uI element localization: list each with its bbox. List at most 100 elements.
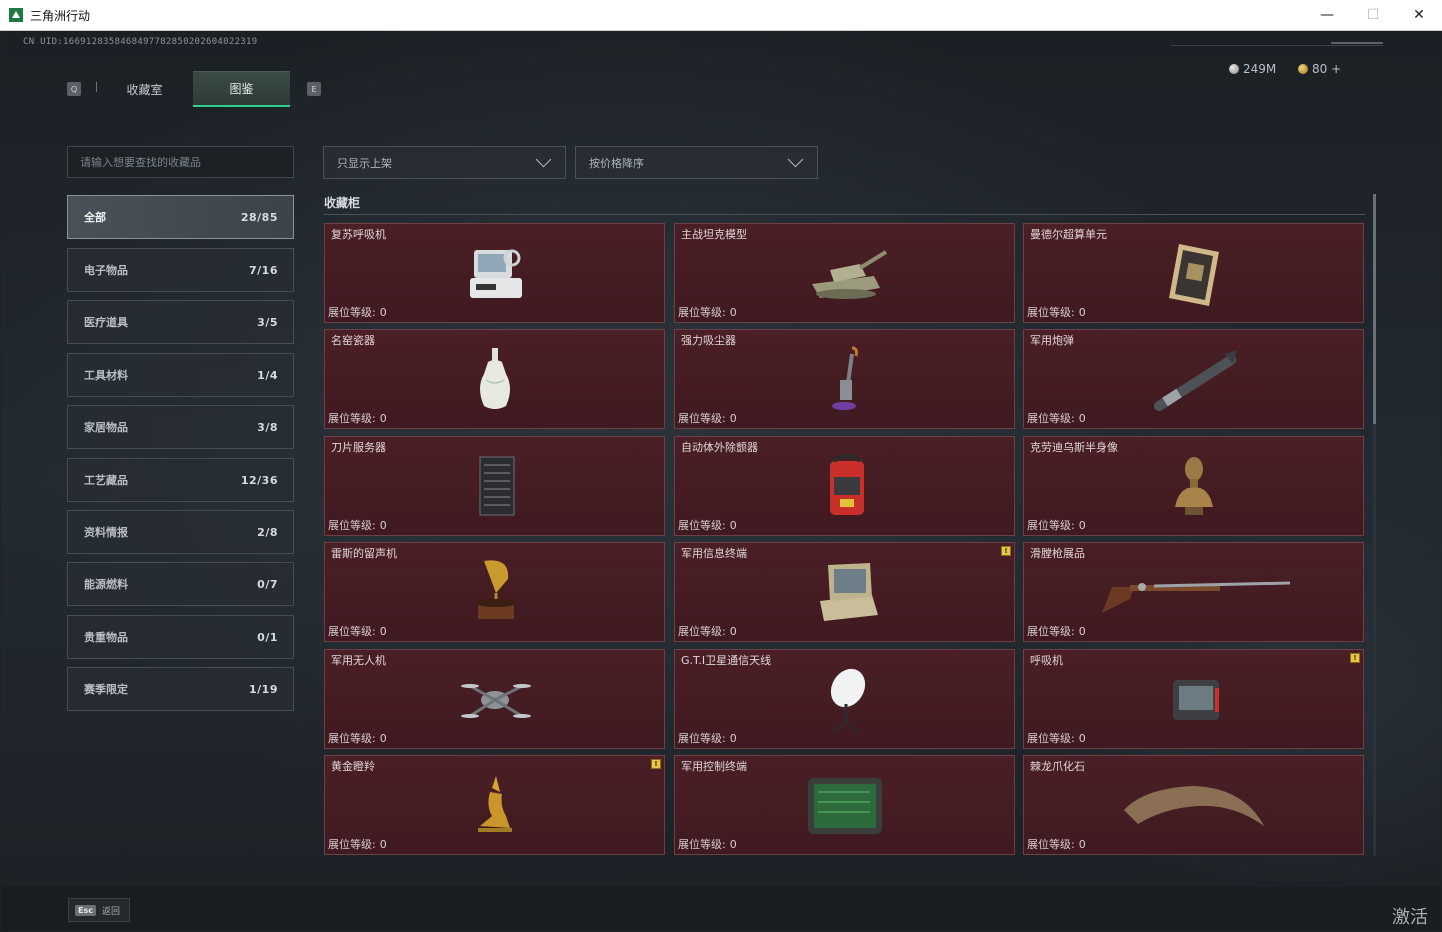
item-card[interactable]: 棘龙爪化石 展位等级: 0 bbox=[1023, 755, 1364, 855]
item-card[interactable]: 强力吸尘器 展位等级: 0 bbox=[674, 329, 1015, 429]
level-value: 0 bbox=[379, 519, 387, 532]
sort-dropdown[interactable]: 按价格降序 bbox=[575, 146, 818, 179]
category-count: 3/8 bbox=[257, 420, 278, 434]
tank-model-icon bbox=[790, 234, 900, 312]
category-count: 2/8 bbox=[257, 525, 278, 539]
category-household[interactable]: 家居物品 3/8 bbox=[67, 405, 294, 449]
item-card[interactable]: 军用控制终端 展位等级: 0 bbox=[674, 755, 1015, 855]
item-name: 军用控制终端 bbox=[681, 760, 747, 773]
military-terminal-icon bbox=[790, 553, 900, 631]
item-name: 雷斯的留声机 bbox=[331, 547, 397, 560]
scrollbar-thumb[interactable] bbox=[1373, 194, 1376, 424]
level-label: 展位等级: bbox=[1027, 306, 1075, 319]
resuscitator-icon bbox=[440, 234, 550, 312]
item-level: 展位等级: 0 bbox=[678, 623, 737, 639]
level-label: 展位等级: bbox=[1027, 412, 1075, 425]
item-card[interactable]: 军用炮弹 展位等级: 0 bbox=[1023, 329, 1364, 429]
item-level: 展位等级: 0 bbox=[328, 410, 387, 426]
category-season[interactable]: 赛季限定 1/19 bbox=[67, 667, 294, 711]
maximize-button[interactable]: ☐ bbox=[1350, 0, 1396, 30]
category-label: 资料情报 bbox=[84, 526, 128, 539]
level-value: 0 bbox=[729, 732, 737, 745]
item-name: 黄金瞪羚 bbox=[331, 760, 375, 773]
category-count: 0/7 bbox=[257, 577, 278, 591]
new-item-badge: ! bbox=[1001, 546, 1011, 556]
back-button[interactable]: Esc 返回 bbox=[68, 898, 130, 922]
item-name: 主战坦克模型 bbox=[681, 228, 747, 241]
item-card[interactable]: 刀片服务器 展位等级: 0 bbox=[324, 436, 665, 536]
item-card[interactable]: 黄金瞪羚 ! 展位等级: 0 bbox=[324, 755, 665, 855]
item-card[interactable]: 军用无人机 展位等级: 0 bbox=[324, 649, 665, 749]
next-tab-key-hint[interactable]: E bbox=[307, 82, 321, 96]
category-tools[interactable]: 工具材料 1/4 bbox=[67, 353, 294, 397]
item-card[interactable]: 曼德尔超算单元 展位等级: 0 bbox=[1023, 223, 1364, 323]
level-label: 展位等级: bbox=[328, 306, 376, 319]
esc-key-icon: Esc bbox=[75, 904, 96, 916]
category-label: 家居物品 bbox=[84, 421, 128, 434]
item-card[interactable]: 复苏呼吸机 展位等级: 0 bbox=[324, 223, 665, 323]
item-card[interactable]: 呼吸机 ! 展位等级: 0 bbox=[1023, 649, 1364, 749]
item-card[interactable]: 名窑瓷器 展位等级: 0 bbox=[324, 329, 665, 429]
item-level: 展位等级: 0 bbox=[328, 730, 387, 746]
level-value: 0 bbox=[1078, 306, 1086, 319]
item-card[interactable]: 克劳迪乌斯半身像 展位等级: 0 bbox=[1023, 436, 1364, 536]
level-value: 0 bbox=[379, 412, 387, 425]
show-filter-dropdown[interactable]: 只显示上架 bbox=[323, 146, 566, 179]
level-label: 展位等级: bbox=[678, 732, 726, 745]
item-name: 曼德尔超算单元 bbox=[1030, 228, 1107, 241]
category-intel[interactable]: 资料情报 2/8 bbox=[67, 510, 294, 554]
close-button[interactable]: ✕ bbox=[1396, 0, 1442, 30]
level-value: 0 bbox=[729, 625, 737, 638]
blade-server-icon bbox=[440, 447, 550, 525]
category-energy[interactable]: 能源燃料 0/7 bbox=[67, 562, 294, 606]
level-label: 展位等级: bbox=[1027, 625, 1075, 638]
item-level: 展位等级: 0 bbox=[1027, 730, 1086, 746]
currency-gold[interactable]: 80 + bbox=[1298, 62, 1341, 76]
back-label: 返回 bbox=[101, 906, 120, 917]
category-valuables[interactable]: 贵重物品 0/1 bbox=[67, 615, 294, 659]
category-medical[interactable]: 医疗道具 3/5 bbox=[67, 300, 294, 344]
drone-icon bbox=[440, 660, 550, 738]
item-level: 展位等级: 0 bbox=[328, 517, 387, 533]
category-label: 全部 bbox=[84, 211, 106, 224]
item-card[interactable]: 自动体外除颤器 展位等级: 0 bbox=[674, 436, 1015, 536]
level-label: 展位等级: bbox=[678, 306, 726, 319]
item-name: 棘龙爪化石 bbox=[1030, 760, 1085, 773]
item-card[interactable]: G.T.I卫星通信天线 展位等级: 0 bbox=[674, 649, 1015, 749]
category-electronics[interactable]: 电子物品 7/16 bbox=[67, 248, 294, 292]
new-item-badge: ! bbox=[651, 759, 661, 769]
app-logo-icon bbox=[9, 8, 23, 22]
prev-tab-key-hint[interactable]: Q bbox=[67, 82, 81, 96]
category-count: 28/85 bbox=[240, 210, 278, 224]
category-count: 3/5 bbox=[257, 315, 278, 329]
item-name: 复苏呼吸机 bbox=[331, 228, 386, 241]
category-count: 1/19 bbox=[249, 682, 278, 696]
level-label: 展位等级: bbox=[1027, 519, 1075, 532]
tab-catalog[interactable]: 图鉴 bbox=[193, 71, 290, 107]
item-card[interactable]: 雷斯的留声机 展位等级: 0 bbox=[324, 542, 665, 642]
category-label: 电子物品 bbox=[84, 264, 128, 277]
category-crafts[interactable]: 工艺藏品 12/36 bbox=[67, 458, 294, 502]
tab-collection-room[interactable]: 收藏室 bbox=[96, 71, 193, 107]
item-level: 展位等级: 0 bbox=[1027, 517, 1086, 533]
level-value: 0 bbox=[1078, 412, 1086, 425]
currency-silver: 249M bbox=[1229, 62, 1276, 76]
player-uid: CN UID:166912835846849778285020260402231… bbox=[23, 37, 258, 47]
scrollbar[interactable] bbox=[1373, 194, 1376, 856]
item-name: 滑膛枪展品 bbox=[1030, 547, 1085, 560]
ventilator-icon bbox=[1139, 660, 1249, 738]
category-label: 医疗道具 bbox=[84, 316, 128, 329]
item-card[interactable]: 主战坦克模型 展位等级: 0 bbox=[674, 223, 1015, 323]
item-level: 展位等级: 0 bbox=[1027, 623, 1086, 639]
search-input[interactable]: 请输入想要查找的收藏品 bbox=[67, 146, 294, 178]
chevron-down-icon bbox=[787, 151, 804, 168]
chevron-down-icon bbox=[535, 151, 552, 168]
level-value: 0 bbox=[1078, 519, 1086, 532]
section-divider bbox=[324, 214, 1365, 215]
minimize-button[interactable]: — bbox=[1304, 0, 1350, 30]
category-all[interactable]: 全部 28/85 bbox=[67, 195, 294, 239]
item-name: 军用信息终端 bbox=[681, 547, 747, 560]
item-card[interactable]: 滑膛枪展品 展位等级: 0 bbox=[1023, 542, 1364, 642]
item-card[interactable]: 军用信息终端 ! 展位等级: 0 bbox=[674, 542, 1015, 642]
musket-icon bbox=[1094, 553, 1294, 631]
